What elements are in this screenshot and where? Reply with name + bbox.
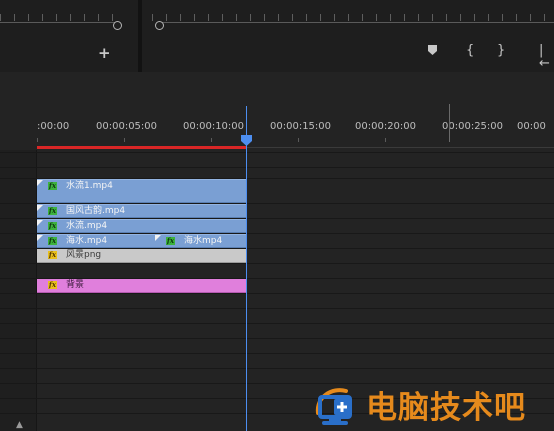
- clip-water-flow-1[interactable]: fx 水流1.mp4: [37, 179, 246, 203]
- ruler-tick: [211, 138, 212, 142]
- ruler-label: 00:00:05:00: [96, 121, 158, 132]
- fx-badge-icon[interactable]: fx: [48, 237, 57, 245]
- ruler-tick-long: [449, 104, 450, 142]
- track-separator: [0, 338, 554, 339]
- plus-icon[interactable]: +: [98, 46, 111, 61]
- clip-corner-marker: [37, 205, 43, 211]
- track-separator: [0, 263, 554, 264]
- watermark-text: 电脑技术吧: [366, 390, 526, 426]
- fx-badge-icon[interactable]: fx: [166, 237, 175, 245]
- clip-corner-marker: [37, 220, 43, 226]
- ruler-tick: [298, 138, 299, 142]
- source-scrub-handle[interactable]: [113, 21, 122, 30]
- playhead-line[interactable]: [246, 106, 247, 431]
- program-scrub-ticks: [152, 14, 554, 21]
- ruler-label: :00:00: [37, 121, 70, 132]
- work-area-track: [246, 147, 554, 148]
- ruler-tick: [37, 138, 38, 142]
- app-window: + { } |← :00:00 00:00:05:00 00:00:10:00 …: [0, 0, 554, 431]
- clip-name: 水流1.mp4: [66, 181, 113, 191]
- track-separator: [0, 152, 554, 153]
- clip-guofeng[interactable]: fx 国风古韵.mp4: [37, 204, 246, 218]
- clip-background[interactable]: fx 背景: [37, 279, 246, 293]
- clip-sea-water-2[interactable]: fx 海水mp4: [155, 234, 246, 248]
- marker-icon[interactable]: [428, 45, 437, 55]
- program-monitor-panel: [142, 0, 554, 72]
- track-separator: [0, 308, 554, 309]
- track-separator: [0, 368, 554, 369]
- clip-name: 国风古韵.mp4: [66, 206, 126, 216]
- program-scrub-bar[interactable]: [160, 22, 554, 23]
- timeline-panel: :00:00 00:00:05:00 00:00:10:00 00:00:15:…: [0, 72, 554, 431]
- playhead-handle-icon[interactable]: [241, 135, 252, 146]
- ruler-label: 00:00:20:00: [355, 121, 417, 132]
- expand-icon[interactable]: ▲: [16, 420, 23, 430]
- track-header-column: [0, 150, 37, 431]
- clip-name: 背景: [66, 280, 85, 290]
- clip-sea-water[interactable]: fx 海水.mp4: [37, 234, 155, 248]
- watermark: 电脑技术吧: [312, 381, 554, 431]
- clip-water-flow[interactable]: fx 水流.mp4: [37, 219, 246, 233]
- track-separator: [0, 167, 554, 168]
- track-separator: [0, 353, 554, 354]
- fx-badge-icon[interactable]: fx: [48, 251, 57, 259]
- ruler-tick: [124, 138, 125, 142]
- mark-in-icon[interactable]: {: [466, 44, 474, 57]
- clip-scenery-png[interactable]: fx 风景png: [37, 249, 246, 263]
- work-area-bar[interactable]: [37, 146, 246, 149]
- monitor-logo-icon: [315, 388, 352, 425]
- clip-name: 水流.mp4: [66, 221, 108, 231]
- ruler-tick: [385, 138, 386, 142]
- source-scrub-ticks: [0, 14, 122, 21]
- program-scrub-handle[interactable]: [155, 21, 164, 30]
- fx-badge-icon[interactable]: fx: [48, 222, 57, 230]
- time-ruler[interactable]: :00:00 00:00:05:00 00:00:10:00 00:00:15:…: [37, 104, 554, 148]
- fx-badge-icon[interactable]: fx: [48, 207, 57, 215]
- clip-corner-marker: [37, 180, 43, 186]
- clip-name: 风景png: [66, 250, 102, 260]
- clip-corner-marker: [155, 235, 161, 241]
- clip-name: 海水.mp4: [66, 236, 108, 246]
- clip-corner-marker: [37, 235, 43, 241]
- source-scrub-bar[interactable]: [0, 22, 118, 23]
- track-separator: [0, 293, 554, 294]
- ruler-label: 00:00:25:00: [442, 121, 504, 132]
- clip-name: 海水mp4: [184, 236, 223, 246]
- fx-badge-icon[interactable]: fx: [48, 182, 57, 190]
- mark-out-icon[interactable]: }: [497, 44, 505, 57]
- source-monitor-panel: +: [0, 0, 138, 72]
- fx-badge-icon[interactable]: fx: [48, 281, 57, 289]
- ruler-label: 00:00:15:00: [270, 121, 332, 132]
- ruler-label: 00:00:10:00: [183, 121, 245, 132]
- ruler-label: 00:00: [517, 121, 546, 132]
- track-separator: [0, 323, 554, 324]
- go-to-in-icon[interactable]: |←: [539, 44, 554, 70]
